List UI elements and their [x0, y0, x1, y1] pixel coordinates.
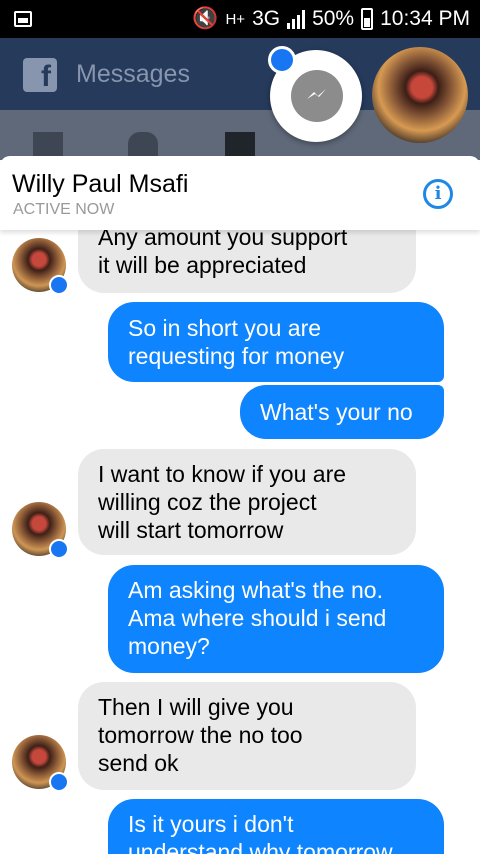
message-line: Is it yours i don't	[128, 811, 294, 837]
message-line: Am asking what's the no.	[128, 577, 383, 603]
message-line: requesting for money	[128, 343, 345, 369]
message-line: it will be appreciated	[98, 252, 307, 278]
message-outgoing[interactable]: So in short you are requesting for money	[108, 302, 444, 382]
contact-name[interactable]: Willy Paul Msafi	[12, 170, 188, 199]
contact-avatar[interactable]	[12, 735, 69, 792]
message-line: So in short you are	[128, 315, 322, 341]
messenger-badge-icon	[49, 772, 69, 792]
message-line: What's your no	[260, 399, 413, 425]
mute-icon: 🔇	[192, 7, 219, 30]
message-incoming[interactable]: Any amount you support it will be apprec…	[78, 230, 416, 293]
message-list[interactable]: Any amount you support it will be apprec…	[0, 230, 480, 854]
message-outgoing[interactable]: What's your no	[240, 385, 444, 439]
message-line: Any amount you support	[98, 230, 348, 250]
app-title: Messages	[76, 60, 190, 88]
info-icon[interactable]: i	[423, 179, 453, 209]
message-line: understand why tomorrow	[128, 839, 393, 854]
message-incoming[interactable]: Then I will give you tomorrow the no too…	[78, 682, 416, 790]
message-line: Then I will give you	[98, 694, 294, 720]
contact-avatar[interactable]	[12, 502, 69, 559]
gallery-notification-icon	[14, 11, 32, 27]
message-line: tomorrow the no too	[98, 722, 303, 748]
active-status: ACTIVE NOW	[13, 201, 115, 218]
conversation-header: Willy Paul Msafi ACTIVE NOW	[0, 156, 480, 230]
network-type: 3G	[252, 7, 281, 30]
message-line: willing coz the project	[98, 489, 317, 515]
battery-percent: 50%	[312, 7, 355, 30]
messenger-badge-icon	[49, 539, 69, 559]
unread-dot	[268, 46, 296, 74]
message-line: send ok	[98, 750, 179, 776]
message-incoming[interactable]: I want to know if you are willing coz th…	[78, 449, 416, 555]
message-line: Ama where should i send	[128, 605, 387, 631]
messenger-badge-icon	[49, 275, 69, 295]
message-outgoing[interactable]: Am asking what's the no. Ama where shoul…	[108, 565, 444, 673]
signal-icon	[287, 9, 306, 29]
status-bar: 🔇 H+ 3G 50% 10:34 PM	[0, 0, 480, 38]
facebook-logo: f	[23, 58, 57, 92]
battery-icon	[361, 8, 374, 30]
message-line: will start tomorrow	[98, 517, 284, 543]
message-line: money?	[128, 633, 210, 659]
message-outgoing[interactable]: Is it yours i don't understand why tomor…	[108, 799, 444, 854]
contact-avatar[interactable]	[12, 238, 69, 295]
contact-chat-head-avatar[interactable]	[372, 47, 468, 143]
network-type-small: H+	[225, 10, 246, 28]
message-line: I want to know if you are	[98, 461, 347, 487]
clock: 10:34 PM	[380, 7, 470, 30]
messenger-icon	[291, 70, 343, 122]
